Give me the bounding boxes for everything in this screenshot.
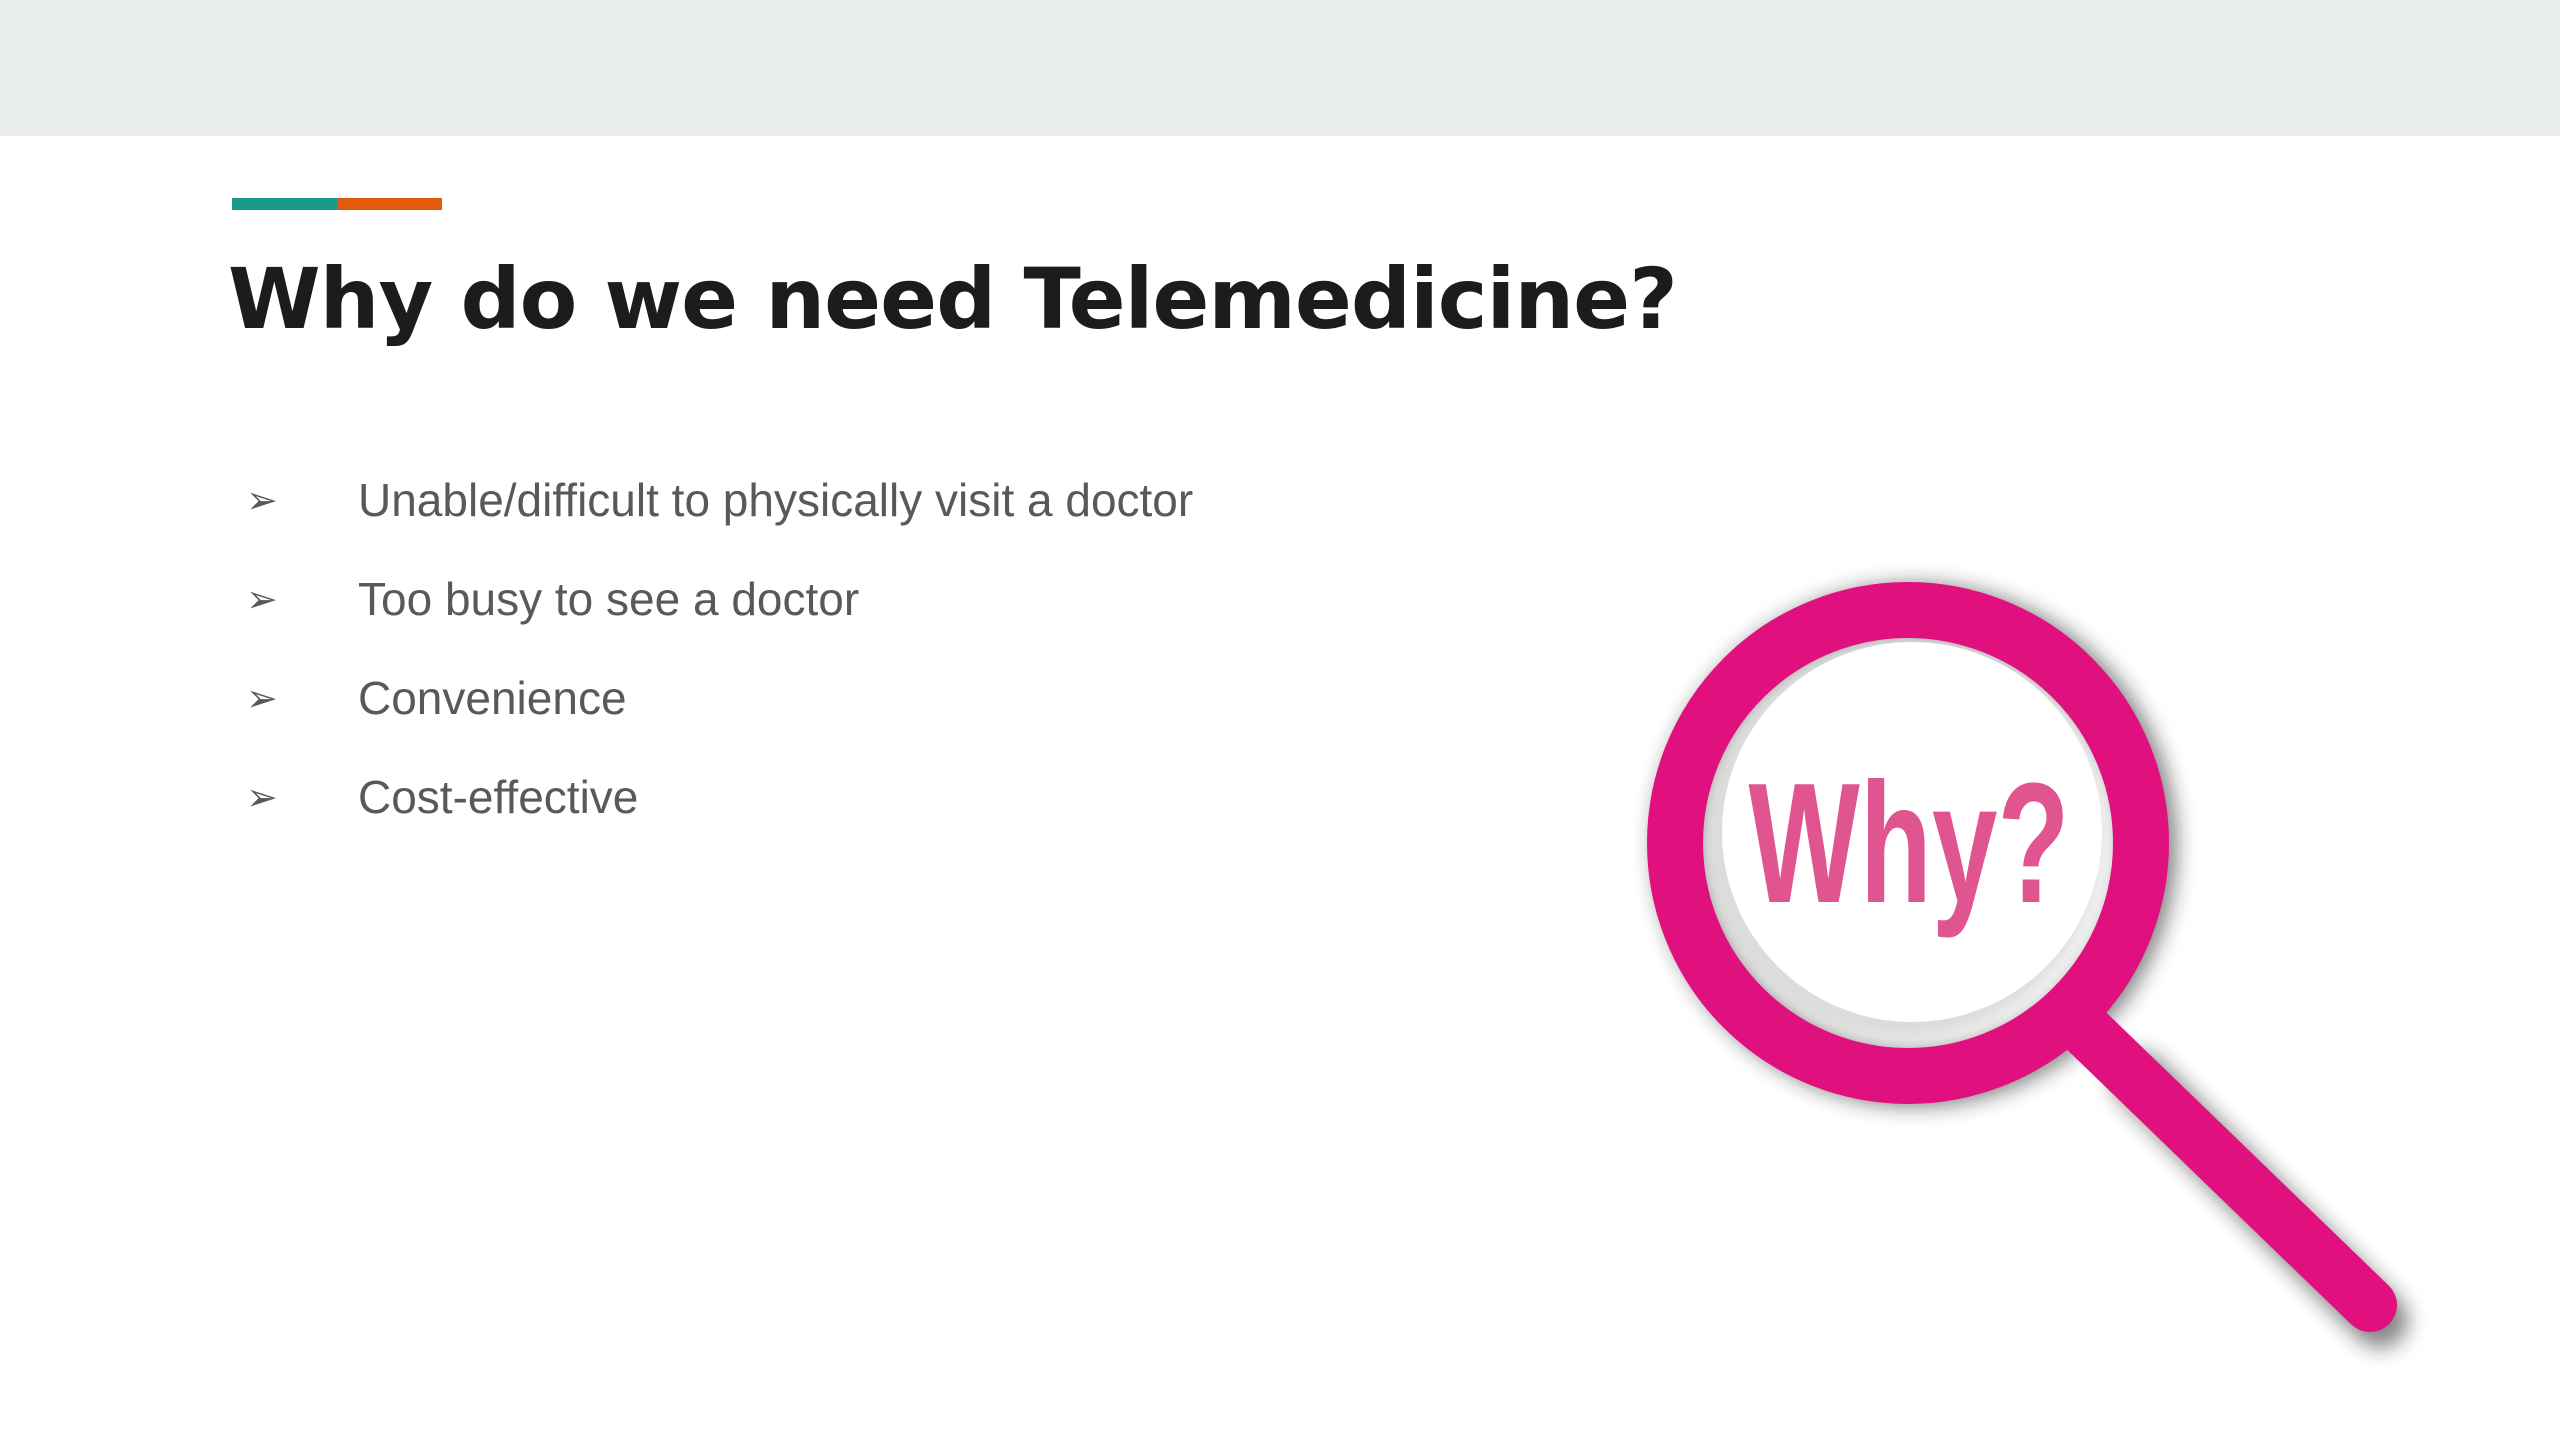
bullet-text: Cost-effective [358,770,639,823]
bullet-item: ➢ Unable/difficult to physically visit a… [246,450,1193,549]
accent-segment-teal [232,198,337,210]
arrowhead-right-icon: ➢ [246,675,278,720]
bullet-text: Too busy to see a doctor [358,572,860,625]
lens-text: Why? [1748,748,2069,939]
title-accent-bar [232,198,442,210]
magnifier-handle [2043,988,2397,1332]
arrowhead-right-icon: ➢ [246,477,278,522]
slide-title: Why do we need Telemedicine? [228,250,1678,348]
bullet-item: ➢ Convenience [246,648,1193,747]
arrowhead-right-icon: ➢ [246,774,278,819]
bullet-item: ➢ Cost-effective [246,747,1193,846]
top-bar [0,0,2560,136]
bullet-text: Convenience [358,671,627,724]
bullet-list: ➢ Unable/difficult to physically visit a… [246,450,1193,846]
accent-segment-orange [337,198,442,210]
magnifying-glass-icon: Why? [1647,582,2408,1348]
bullet-text: Unable/difficult to physically visit a d… [358,473,1194,526]
bullet-item: ➢ Too busy to see a doctor [246,549,1193,648]
arrowhead-right-icon: ➢ [246,576,278,621]
